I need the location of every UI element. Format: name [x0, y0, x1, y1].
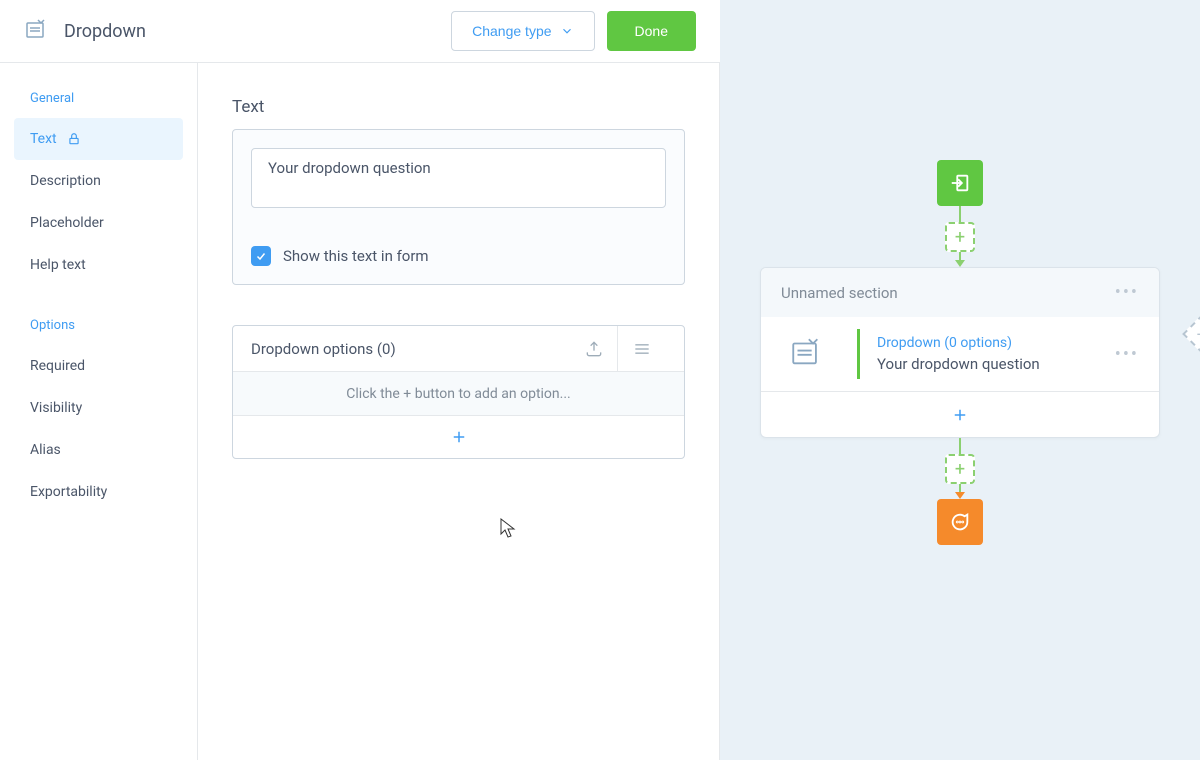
section-card: Unnamed section ••• Dropdown (0 options)…	[760, 267, 1160, 438]
sidebar-item-exportability[interactable]: Exportability	[0, 471, 197, 513]
sidebar-group-options: Options	[0, 318, 197, 345]
sidebar-item-text[interactable]: Text	[14, 118, 183, 160]
header-actions: Change type Done	[451, 11, 696, 51]
menu-lines-icon	[632, 339, 652, 359]
sidebar-item-label: Help text	[30, 257, 86, 273]
check-icon	[255, 250, 267, 262]
sidebar-item-alias[interactable]: Alias	[0, 429, 197, 471]
done-label: Done	[635, 23, 668, 39]
add-question-button[interactable]	[761, 391, 1159, 437]
page-title: Dropdown	[64, 21, 146, 42]
dropdown-type-icon	[24, 17, 48, 45]
settings-sidebar: General Text Description Placeholder Hel…	[0, 63, 198, 760]
active-indicator	[857, 329, 860, 379]
reorder-options-button[interactable]	[618, 326, 666, 372]
plus-icon: +	[955, 227, 965, 248]
question-row[interactable]: Dropdown (0 options) Your dropdown quest…	[761, 317, 1159, 391]
add-section-below-button[interactable]: +	[945, 454, 975, 484]
question-text: Your dropdown question	[877, 355, 1095, 373]
editor-main: Text Show this text in form Dropdown opt…	[198, 63, 720, 760]
sidebar-item-description[interactable]: Description	[0, 160, 197, 202]
chevron-down-icon	[560, 24, 574, 38]
flow-end-node[interactable]	[937, 499, 983, 545]
sidebar-item-label: Alias	[30, 442, 61, 458]
flow-start-node[interactable]	[937, 160, 983, 206]
show-in-form-label: Show this text in form	[283, 247, 429, 265]
upload-icon	[584, 339, 604, 359]
sidebar-item-required[interactable]: Required	[0, 345, 197, 387]
sidebar-item-placeholder[interactable]: Placeholder	[0, 202, 197, 244]
flow-column: + Unnamed section ••• Dropd	[720, 160, 1200, 545]
text-panel: Show this text in form	[232, 129, 685, 285]
done-button[interactable]: Done	[607, 11, 696, 51]
show-in-form-row: Show this text in form	[233, 230, 684, 284]
plus-icon	[450, 428, 468, 446]
chat-icon	[949, 511, 971, 533]
options-header: Dropdown options (0)	[233, 326, 684, 372]
text-section-title: Text	[232, 97, 685, 117]
section-title: Unnamed section	[781, 284, 898, 302]
add-section-above-button[interactable]: +	[945, 222, 975, 252]
form-preview-pane: + Unnamed section ••• Dropd	[720, 0, 1200, 760]
sidebar-item-label: Required	[30, 358, 85, 374]
enter-icon	[949, 172, 971, 194]
section-more-button[interactable]: •••	[1115, 282, 1139, 303]
lock-icon	[67, 132, 81, 146]
add-option-button[interactable]	[233, 416, 684, 458]
options-empty-hint: Click the + button to add an option...	[233, 372, 684, 416]
dropdown-options-panel: Dropdown options (0) Click the + button …	[232, 325, 685, 459]
question-more-button[interactable]: •••	[1115, 344, 1139, 365]
options-title: Dropdown options (0)	[251, 340, 396, 358]
question-text-input[interactable]	[251, 148, 666, 208]
question-type-label: Dropdown (0 options)	[877, 335, 1095, 351]
header-left: Dropdown	[24, 17, 146, 45]
show-in-form-checkbox[interactable]	[251, 246, 271, 266]
sidebar-item-label: Exportability	[30, 484, 107, 500]
change-type-button[interactable]: Change type	[451, 11, 594, 51]
arrow-down-icon	[955, 492, 965, 499]
sidebar-item-visibility[interactable]: Visibility	[0, 387, 197, 429]
arrow-down-icon	[955, 260, 965, 267]
dropdown-type-icon	[789, 335, 823, 373]
sidebar-item-label: Visibility	[30, 400, 82, 416]
sidebar-group-general: General	[0, 91, 197, 118]
change-type-label: Change type	[472, 23, 551, 39]
sidebar-item-label: Text	[30, 131, 57, 147]
editor-header: Dropdown Change type Done	[0, 0, 720, 63]
plus-icon	[951, 406, 969, 424]
sidebar-item-label: Description	[30, 173, 101, 189]
plus-icon: +	[955, 459, 965, 480]
section-card-header[interactable]: Unnamed section •••	[761, 268, 1159, 317]
sidebar-item-label: Placeholder	[30, 215, 104, 231]
sidebar-item-help-text[interactable]: Help text	[0, 244, 197, 286]
import-options-button[interactable]	[570, 326, 618, 372]
